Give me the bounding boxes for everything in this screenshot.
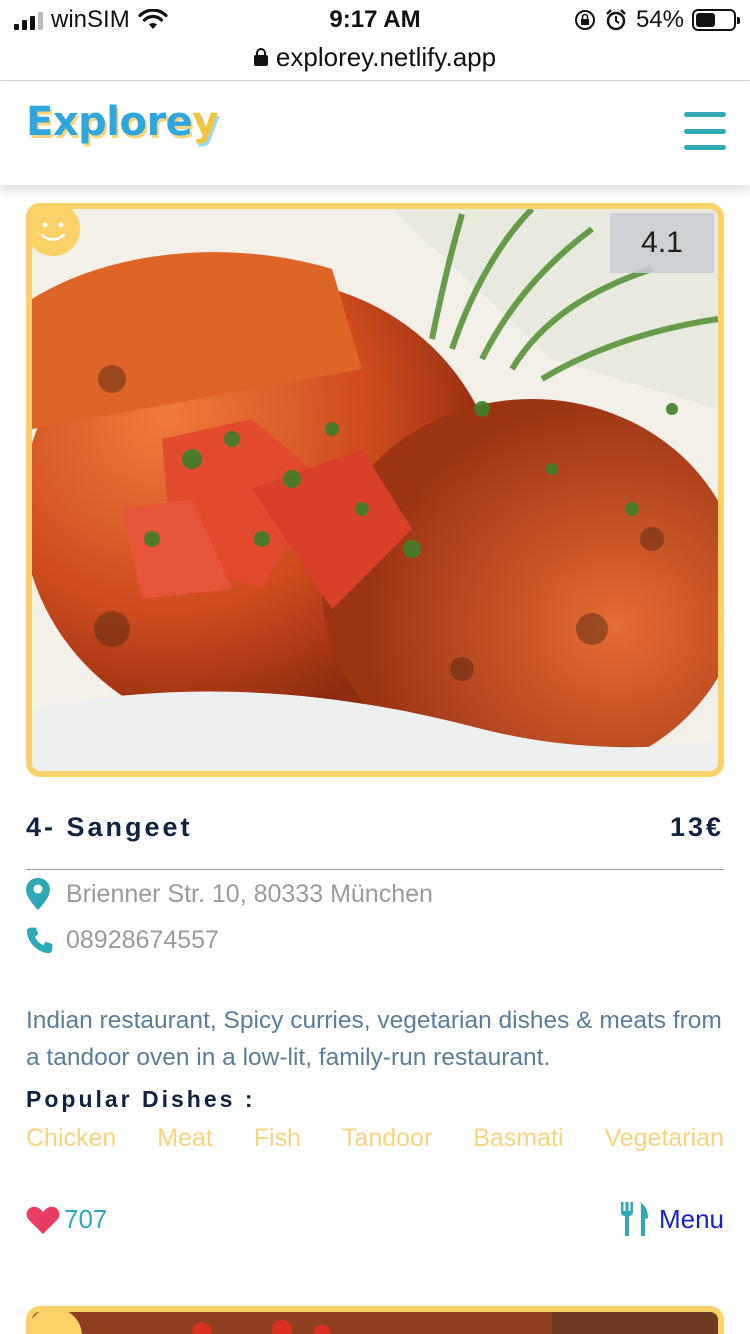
smiley-icon-next bbox=[26, 1308, 82, 1334]
lock-icon bbox=[253, 48, 268, 66]
carrier-name: winSIM bbox=[51, 6, 130, 33]
phone-icon bbox=[26, 927, 53, 954]
dish-tag[interactable]: Vegetarian bbox=[604, 1124, 724, 1153]
like-button[interactable]: 707 bbox=[26, 1204, 107, 1235]
popular-dishes-list: Chicken Meat Fish Tandoor Basmati Vegeta… bbox=[26, 1124, 724, 1153]
url-text: explorey.netlify.app bbox=[275, 41, 497, 72]
phone-row[interactable]: 08928674557 bbox=[26, 922, 219, 958]
title-row: 4- Sangeet 13€ bbox=[26, 812, 724, 843]
status-right: 54% bbox=[574, 6, 740, 34]
restaurant-image[interactable]: 4.1 bbox=[26, 203, 724, 777]
address-row[interactable]: Brienner Str. 10, 80333 München bbox=[26, 876, 433, 912]
url-bar[interactable]: explorey.netlify.app bbox=[0, 36, 750, 78]
logo-text: Explore bbox=[26, 99, 193, 145]
rotation-lock-icon bbox=[574, 10, 595, 30]
app-header: Explorey bbox=[0, 81, 750, 185]
location-pin-icon bbox=[26, 878, 50, 910]
price: 13€ bbox=[669, 812, 724, 842]
next-restaurant-image[interactable] bbox=[26, 1306, 724, 1334]
next-food-photo bbox=[32, 1312, 718, 1334]
dish-tag[interactable]: Fish bbox=[254, 1124, 301, 1153]
dish-tag[interactable]: Meat bbox=[157, 1124, 213, 1153]
popular-dishes-label: Popular Dishes : bbox=[26, 1086, 256, 1112]
dish-tag[interactable]: Basmati bbox=[473, 1124, 563, 1153]
logo[interactable]: Explorey bbox=[26, 99, 218, 145]
wifi-icon bbox=[138, 9, 168, 29]
status-bar: winSIM 9:17 AM 54% bbox=[0, 0, 750, 40]
food-photo bbox=[32, 209, 718, 771]
restaurant-name[interactable]: 4- Sangeet bbox=[26, 812, 193, 843]
address-text: Brienner Str. 10, 80333 München bbox=[66, 879, 433, 908]
status-left: winSIM bbox=[14, 6, 168, 34]
hamburger-icon[interactable] bbox=[684, 112, 726, 150]
menu-link[interactable]: Menu bbox=[619, 1202, 724, 1236]
logo-text-last: y bbox=[192, 99, 218, 145]
dish-tag[interactable]: Tandoor bbox=[342, 1124, 432, 1153]
cutlery-icon bbox=[620, 1202, 648, 1236]
heart-icon bbox=[26, 1206, 60, 1234]
signal-icon bbox=[14, 10, 43, 30]
menu-label: Menu bbox=[658, 1203, 724, 1234]
battery-icon bbox=[692, 9, 740, 31]
like-count: 707 bbox=[64, 1204, 108, 1234]
title-divider bbox=[26, 869, 724, 870]
rating-badge: 4.1 bbox=[610, 213, 714, 273]
phone-text: 08928674557 bbox=[66, 925, 219, 954]
alarm-icon bbox=[606, 9, 626, 31]
smiley-icon bbox=[26, 203, 80, 256]
restaurant-description: Indian restaurant, Spicy curries, vegeta… bbox=[26, 1007, 722, 1071]
battery-percent: 54% bbox=[635, 6, 684, 33]
dish-tag[interactable]: Chicken bbox=[26, 1124, 116, 1153]
